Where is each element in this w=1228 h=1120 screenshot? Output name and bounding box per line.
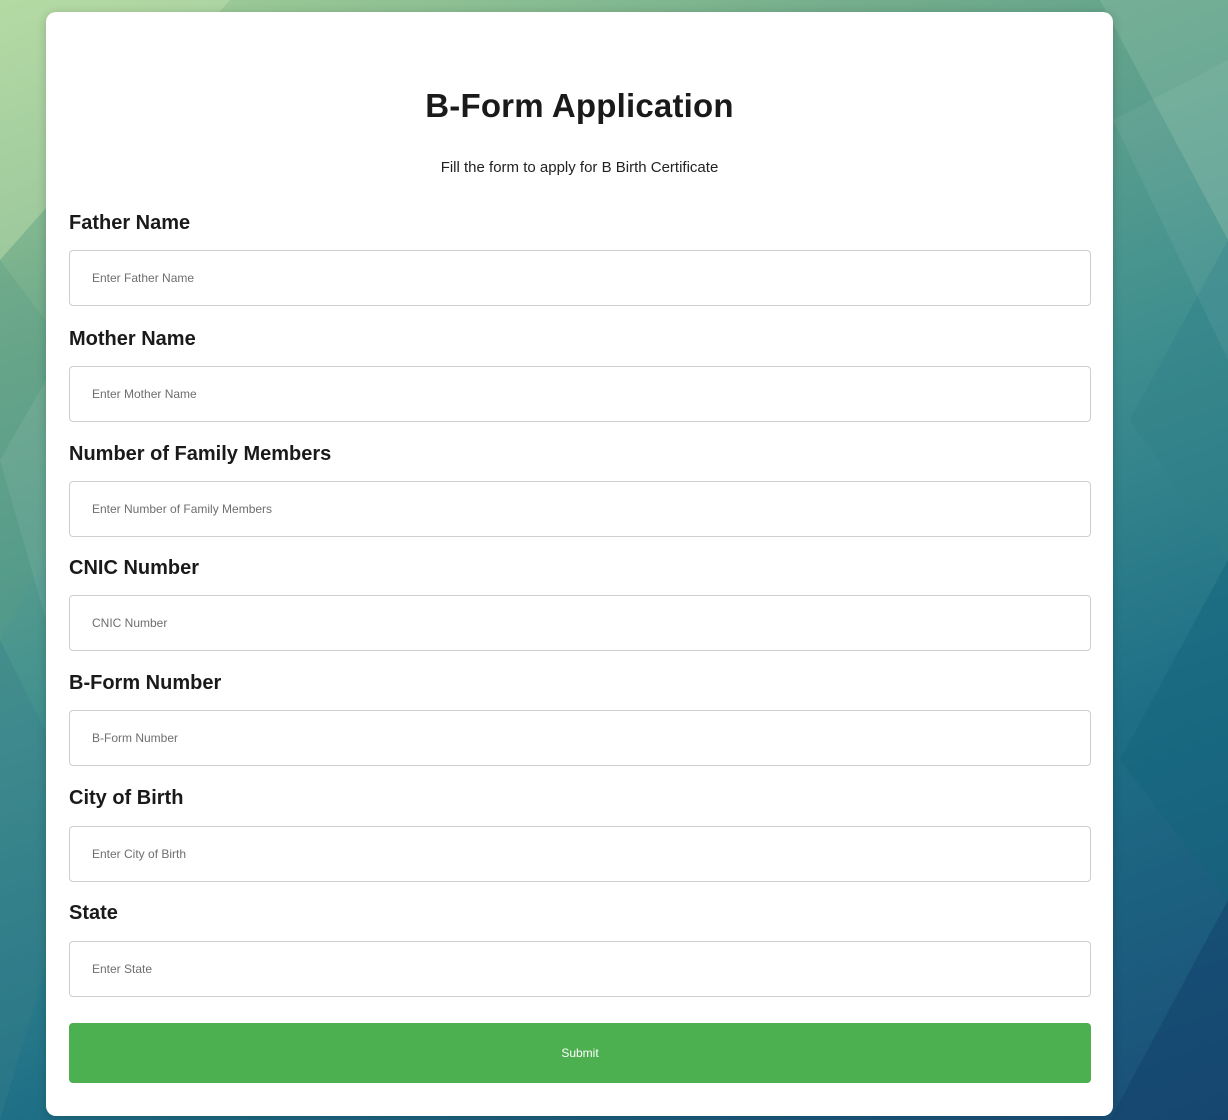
state-label: State bbox=[69, 902, 118, 924]
family-members-label: Number of Family Members bbox=[69, 443, 332, 465]
mother-name-input[interactable] bbox=[69, 366, 1091, 422]
father-name-input[interactable] bbox=[69, 250, 1091, 306]
state-input[interactable] bbox=[69, 941, 1091, 997]
mother-name-label: Mother Name bbox=[69, 328, 196, 350]
cnic-number-label: CNIC Number bbox=[69, 557, 200, 579]
page-title: B-Form Application bbox=[425, 87, 734, 124]
city-of-birth-label: City of Birth bbox=[69, 787, 184, 809]
b-form-number-label: B-Form Number bbox=[69, 672, 222, 694]
submit-button[interactable]: Submit bbox=[69, 1023, 1091, 1083]
b-form-number-input[interactable] bbox=[69, 710, 1091, 766]
father-name-label: Father Name bbox=[69, 212, 191, 234]
city-of-birth-input[interactable] bbox=[69, 826, 1091, 882]
cnic-number-input[interactable] bbox=[69, 595, 1091, 651]
form-card: B-Form Application Fill the form to appl… bbox=[46, 12, 1113, 1116]
page-subtitle: Fill the form to apply for B Birth Certi… bbox=[440, 159, 719, 176]
family-members-input[interactable] bbox=[69, 481, 1091, 537]
